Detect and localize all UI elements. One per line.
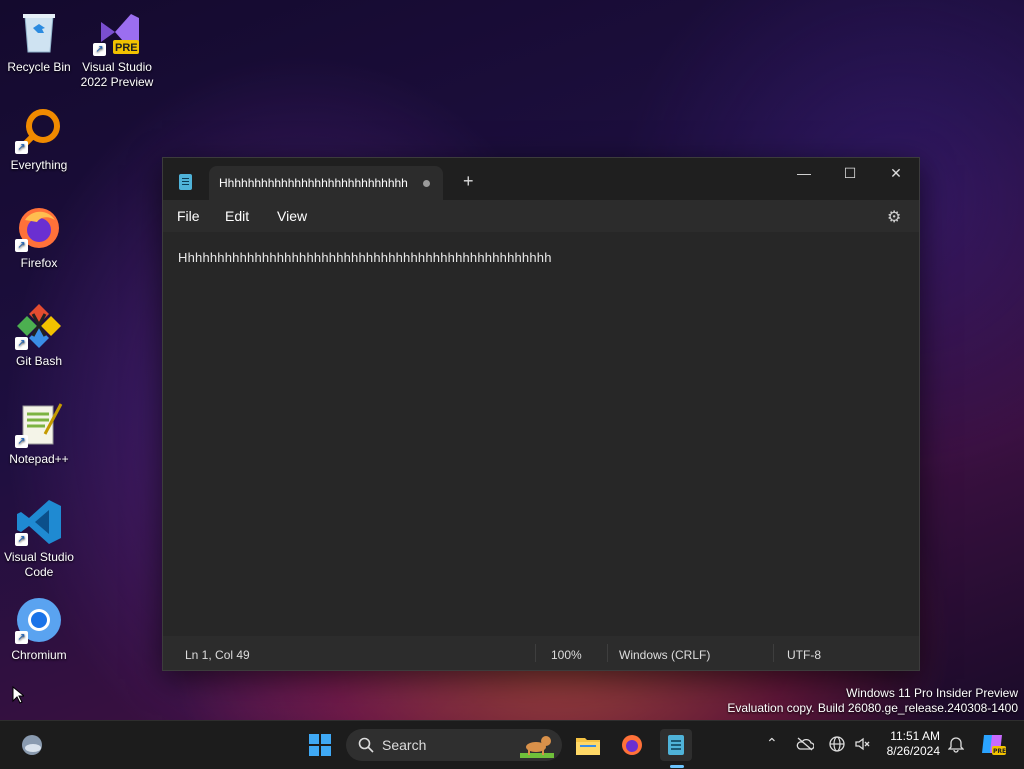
shortcut-arrow-icon: ↗ — [15, 239, 28, 252]
desktop-icon-label: Visual Studio Code — [4, 550, 74, 579]
shortcut-arrow-icon: ↗ — [15, 337, 28, 350]
desktop-icon-label: Notepad++ — [9, 452, 69, 466]
shortcut-arrow-icon: ↗ — [15, 141, 28, 154]
taskbar-firefox-icon[interactable] — [616, 729, 648, 761]
desktop-icon-label: Chromium — [11, 648, 67, 662]
vscode-icon: ↗ — [15, 498, 63, 546]
document-tab[interactable]: Hhhhhhhhhhhhhhhhhhhhhhhhhhhh — [209, 166, 443, 200]
unsaved-dot-icon[interactable] — [423, 180, 430, 187]
network-globe-icon[interactable] — [828, 735, 846, 753]
volume-muted-icon[interactable] — [854, 735, 872, 753]
status-cursor-position: Ln 1, Col 49 — [185, 648, 250, 662]
visual-studio-preview-icon: PRE ↗ — [93, 8, 141, 56]
weather-widget-icon[interactable] — [16, 729, 48, 761]
settings-gear-icon[interactable]: ⚙ — [887, 207, 901, 227]
status-encoding: UTF-8 — [787, 648, 821, 662]
pre-badge-label: PRE — [115, 42, 138, 54]
editor-content: Hhhhhhhhhhhhhhhhhhhhhhhhhhhhhhhhhhhhhhhh… — [178, 250, 552, 265]
system-clock[interactable]: 11:51 AM 8/26/2024 — [878, 729, 940, 759]
tab-title: Hhhhhhhhhhhhhhhhhhhhhhhhhhhh — [219, 176, 408, 190]
onedrive-offline-icon[interactable] — [796, 737, 814, 751]
show-hidden-icons-chevron-icon[interactable]: ⌃ — [766, 735, 778, 752]
new-tab-button[interactable]: + — [463, 172, 474, 190]
shortcut-arrow-icon: ↗ — [15, 533, 28, 546]
notepad-window: Hhhhhhhhhhhhhhhhhhhhhhhhhhhh + — ☐ ✕ Fil… — [162, 157, 920, 671]
close-button[interactable]: ✕ — [873, 158, 919, 188]
notification-bell-icon[interactable] — [948, 735, 964, 753]
notepad-plus-plus-icon: ↗ — [15, 400, 63, 448]
os-watermark: Windows 11 Pro Insider Preview Evaluatio… — [727, 686, 1018, 716]
copilot-preview-icon[interactable]: PRE — [980, 731, 1006, 757]
menu-file[interactable]: File — [177, 208, 200, 224]
desktop-icon-chromium[interactable]: ↗ Chromium — [0, 596, 78, 663]
status-zoom: 100% — [551, 648, 582, 662]
shortcut-arrow-icon: ↗ — [93, 43, 106, 56]
desktop-icon-notepad-plus-plus[interactable]: ↗ Notepad++ — [0, 400, 78, 467]
everything-search-icon: ↗ — [15, 106, 63, 154]
desktop-icon-visual-studio-preview[interactable]: PRE ↗ Visual Studio 2022 Preview — [78, 8, 156, 90]
desktop-icon-label: Recycle Bin — [7, 60, 71, 74]
maximize-button[interactable]: ☐ — [827, 158, 873, 188]
desktop-icon-recycle-bin[interactable]: Recycle Bin — [0, 8, 78, 75]
chromium-icon: ↗ — [15, 596, 63, 644]
desktop-icon-label: Git Bash — [15, 354, 63, 368]
svg-text:PRE: PRE — [993, 748, 1006, 755]
watermark-line-2: Evaluation copy. Build 26080.ge_release.… — [727, 701, 1018, 715]
shortcut-arrow-icon: ↗ — [15, 631, 28, 644]
taskbar: Search ⌃ 11:51 AM 8/26/2024 PRE — [0, 720, 1024, 769]
taskbar-notepad-icon[interactable] — [660, 729, 692, 761]
search-label: Search — [382, 737, 427, 753]
shortcut-arrow-icon: ↗ — [15, 435, 28, 448]
status-divider — [535, 644, 536, 662]
recycle-bin-icon — [15, 8, 63, 56]
text-editor[interactable]: Hhhhhhhhhhhhhhhhhhhhhhhhhhhhhhhhhhhhhhhh… — [163, 232, 919, 636]
firefox-icon: ↗ — [15, 204, 63, 252]
desktop-icon-vscode[interactable]: ↗ Visual Studio Code — [0, 498, 78, 580]
status-divider — [607, 644, 608, 662]
file-explorer-icon[interactable] — [572, 729, 604, 761]
menu-edit[interactable]: Edit — [225, 208, 249, 224]
desktop-icon-git-bash[interactable]: ↗ Git Bash — [0, 302, 78, 369]
status-bar: Ln 1, Col 49 100% Windows (CRLF) UTF-8 — [163, 636, 919, 670]
taskbar-search-box[interactable]: Search — [346, 729, 562, 761]
title-bar[interactable]: Hhhhhhhhhhhhhhhhhhhhhhhhhhhh + — ☐ ✕ — [163, 158, 919, 200]
desktop-icon-everything[interactable]: ↗ Everything — [0, 106, 78, 173]
menu-view[interactable]: View — [277, 208, 307, 224]
search-icon — [358, 737, 374, 753]
minimize-button[interactable]: — — [781, 158, 827, 188]
desktop-icon-label: Everything — [10, 158, 68, 172]
mouse-cursor-icon — [12, 686, 24, 704]
search-highlight-dog-icon — [520, 736, 554, 758]
status-line-ending: Windows (CRLF) — [619, 648, 711, 662]
clock-time: 11:51 AM — [890, 729, 940, 743]
desktop-icon-label: Firefox — [20, 256, 58, 270]
desktop-icon-label: Visual Studio 2022 Preview — [80, 60, 154, 89]
menu-bar: File Edit View ⚙ — [163, 200, 919, 232]
start-button-icon[interactable] — [304, 729, 336, 761]
notepad-app-icon — [179, 174, 192, 190]
clock-date: 8/26/2024 — [886, 744, 940, 758]
status-divider — [773, 644, 774, 662]
desktop-icon-firefox[interactable]: ↗ Firefox — [0, 204, 78, 271]
watermark-line-1: Windows 11 Pro Insider Preview — [846, 686, 1018, 700]
git-bash-icon: ↗ — [15, 302, 63, 350]
